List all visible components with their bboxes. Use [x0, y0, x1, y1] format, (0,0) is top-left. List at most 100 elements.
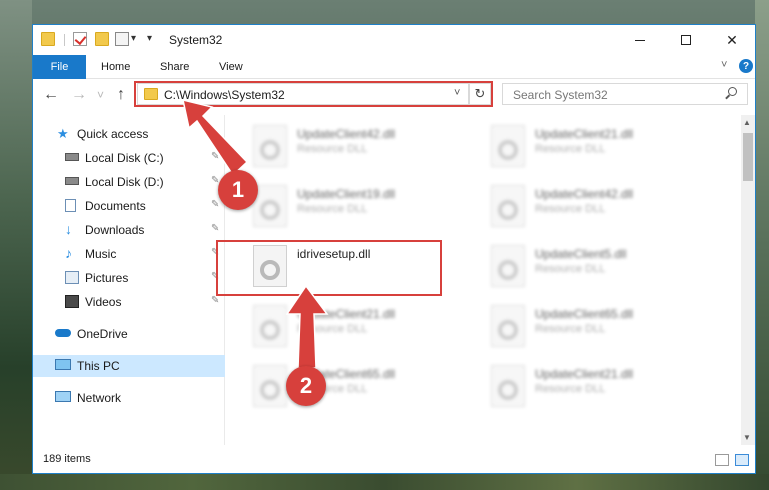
forward-arrow-icon[interactable]: →	[71, 86, 87, 104]
sidebar-item-label: Quick access	[77, 127, 149, 141]
list-item[interactable]: UpdateClient42.dll Resource DLL	[239, 119, 469, 169]
sidebar-item-label: Downloads	[85, 223, 145, 237]
step-1-badge: 1	[218, 170, 258, 210]
search-box[interactable]: Search System32	[502, 83, 748, 105]
pin-icon[interactable]: ✎	[211, 295, 219, 306]
pin-icon[interactable]: ✎	[211, 223, 219, 234]
sidebar-item-label: Documents	[85, 199, 146, 213]
list-item[interactable]: UpdateClient65.dll Resource DLL	[239, 359, 469, 409]
navigation-bar: ← → ˅ ↑ C:\Windows\System32 ˅ ↻ Search S…	[33, 80, 755, 112]
dll-file-icon	[491, 245, 525, 287]
back-arrow-icon[interactable]: ←	[43, 86, 59, 104]
file-name: UpdateClient42.dll	[535, 187, 634, 201]
dll-file-icon	[253, 305, 287, 347]
vertical-scrollbar[interactable]: ▲ ▼	[741, 115, 755, 445]
help-icon[interactable]: ?	[739, 59, 753, 73]
drive-icon	[65, 177, 79, 185]
file-name: UpdateClient21.dll	[535, 367, 634, 381]
file-type: Resource DLL	[535, 323, 606, 335]
navigation-pane: ★ Quick access Local Disk (C:) ✎ Local D…	[33, 115, 225, 445]
dll-file-icon	[253, 365, 287, 407]
window-title: System32	[169, 33, 223, 47]
sidebar-item-label: Local Disk (C:)	[85, 151, 164, 165]
list-item[interactable]: UpdateClient21.dll Resource DLL	[239, 299, 469, 349]
tab-view[interactable]: View	[219, 61, 243, 73]
list-item[interactable]: UpdateClient19.dll Resource DLL	[239, 179, 469, 229]
cloud-icon	[55, 329, 71, 337]
network-icon	[55, 391, 71, 402]
scroll-down-icon[interactable]: ▼	[743, 433, 751, 442]
list-item[interactable]: UpdateClient42.dll Resource DLL	[477, 179, 707, 229]
step-2-badge: 2	[286, 366, 326, 406]
maximize-icon	[681, 35, 691, 45]
large-icons-view-icon[interactable]	[735, 454, 749, 466]
sidebar-item-documents[interactable]: Documents ✎	[33, 195, 225, 217]
selected-file-highlight-box	[216, 240, 442, 296]
file-name: UpdateClient21.dll	[297, 307, 396, 321]
file-type: Resource DLL	[535, 143, 606, 155]
monitor-icon	[55, 359, 71, 370]
sidebar-item-pictures[interactable]: Pictures ✎	[33, 267, 225, 289]
sidebar-item-onedrive[interactable]: OneDrive	[33, 323, 225, 345]
quick-access-menu-icon[interactable]: ▾	[147, 33, 152, 44]
sidebar-item-network[interactable]: Network	[33, 387, 225, 409]
list-item[interactable]: UpdateClient21.dll Resource DLL	[477, 119, 707, 169]
sidebar-item-label: This PC	[77, 359, 120, 373]
sidebar-item-music[interactable]: ♪ Music ✎	[33, 243, 225, 265]
customize-toolbar-icon[interactable]	[115, 32, 129, 46]
status-bar: 189 items	[33, 449, 755, 473]
dll-file-icon	[491, 365, 525, 407]
search-input[interactable]: Search System32	[513, 88, 608, 102]
file-type: Resource DLL	[535, 383, 606, 395]
tab-share[interactable]: Share	[160, 61, 189, 73]
sidebar-item-local-disk-d[interactable]: Local Disk (D:) ✎	[33, 171, 225, 193]
search-icon[interactable]	[725, 87, 738, 100]
pictures-icon	[65, 271, 79, 284]
pin-icon[interactable]: ✎	[211, 199, 219, 210]
download-icon: ↓	[65, 221, 72, 237]
quick-access-separator	[64, 34, 65, 46]
scroll-up-icon[interactable]: ▲	[743, 118, 751, 127]
music-icon: ♪	[65, 245, 72, 261]
close-button[interactable]: ✕	[709, 25, 755, 55]
ribbon: File Home Share View ˅ ?	[33, 55, 755, 79]
list-item[interactable]: UpdateClient21.dll Resource DLL	[477, 359, 707, 409]
file-name: UpdateClient21.dll	[535, 127, 634, 141]
title-bar: ▾ ▾ System32 ✕	[33, 25, 755, 55]
file-type: Resource DLL	[297, 203, 368, 215]
sidebar-item-label: Local Disk (D:)	[85, 175, 164, 189]
dll-file-icon	[491, 305, 525, 347]
properties-icon[interactable]	[73, 32, 87, 46]
sidebar-item-local-disk-c[interactable]: Local Disk (C:) ✎	[33, 147, 225, 169]
sidebar-item-quick-access[interactable]: ★ Quick access	[33, 123, 225, 145]
recent-locations-icon[interactable]: ˅	[97, 88, 104, 102]
scrollbar-thumb[interactable]	[743, 133, 753, 181]
sidebar-item-label: OneDrive	[77, 327, 128, 341]
sidebar-item-videos[interactable]: Videos ✎	[33, 291, 225, 313]
tab-file[interactable]: File	[33, 55, 86, 79]
star-icon: ★	[57, 126, 69, 141]
list-item[interactable]: UpdateClient5.dll Resource DLL	[477, 239, 707, 289]
folder-icon	[41, 32, 55, 46]
sidebar-item-downloads[interactable]: ↓ Downloads ✎	[33, 219, 225, 241]
tab-home[interactable]: Home	[101, 61, 130, 73]
maximize-button[interactable]	[663, 25, 709, 55]
dll-file-icon	[253, 125, 287, 167]
minimize-button[interactable]	[617, 25, 663, 55]
list-item[interactable]: UpdateClient65.dll Resource DLL	[477, 299, 707, 349]
file-type: Resource DLL	[535, 263, 606, 275]
up-arrow-icon[interactable]: ↑	[117, 86, 125, 104]
close-icon: ✕	[726, 31, 738, 48]
file-name: UpdateClient42.dll	[297, 127, 396, 141]
new-folder-icon[interactable]	[95, 32, 109, 46]
file-type: Resource DLL	[297, 143, 368, 155]
chevron-down-icon[interactable]: ▾	[131, 33, 136, 44]
pin-icon[interactable]: ✎	[211, 151, 219, 162]
minimize-icon	[635, 39, 645, 41]
sidebar-item-this-pc[interactable]: This PC	[33, 355, 225, 377]
file-type: Resource DLL	[535, 203, 606, 215]
details-view-icon[interactable]	[715, 454, 729, 466]
dll-file-icon	[253, 185, 287, 227]
expand-ribbon-icon[interactable]: ˅	[721, 59, 727, 71]
dll-file-icon	[491, 185, 525, 227]
